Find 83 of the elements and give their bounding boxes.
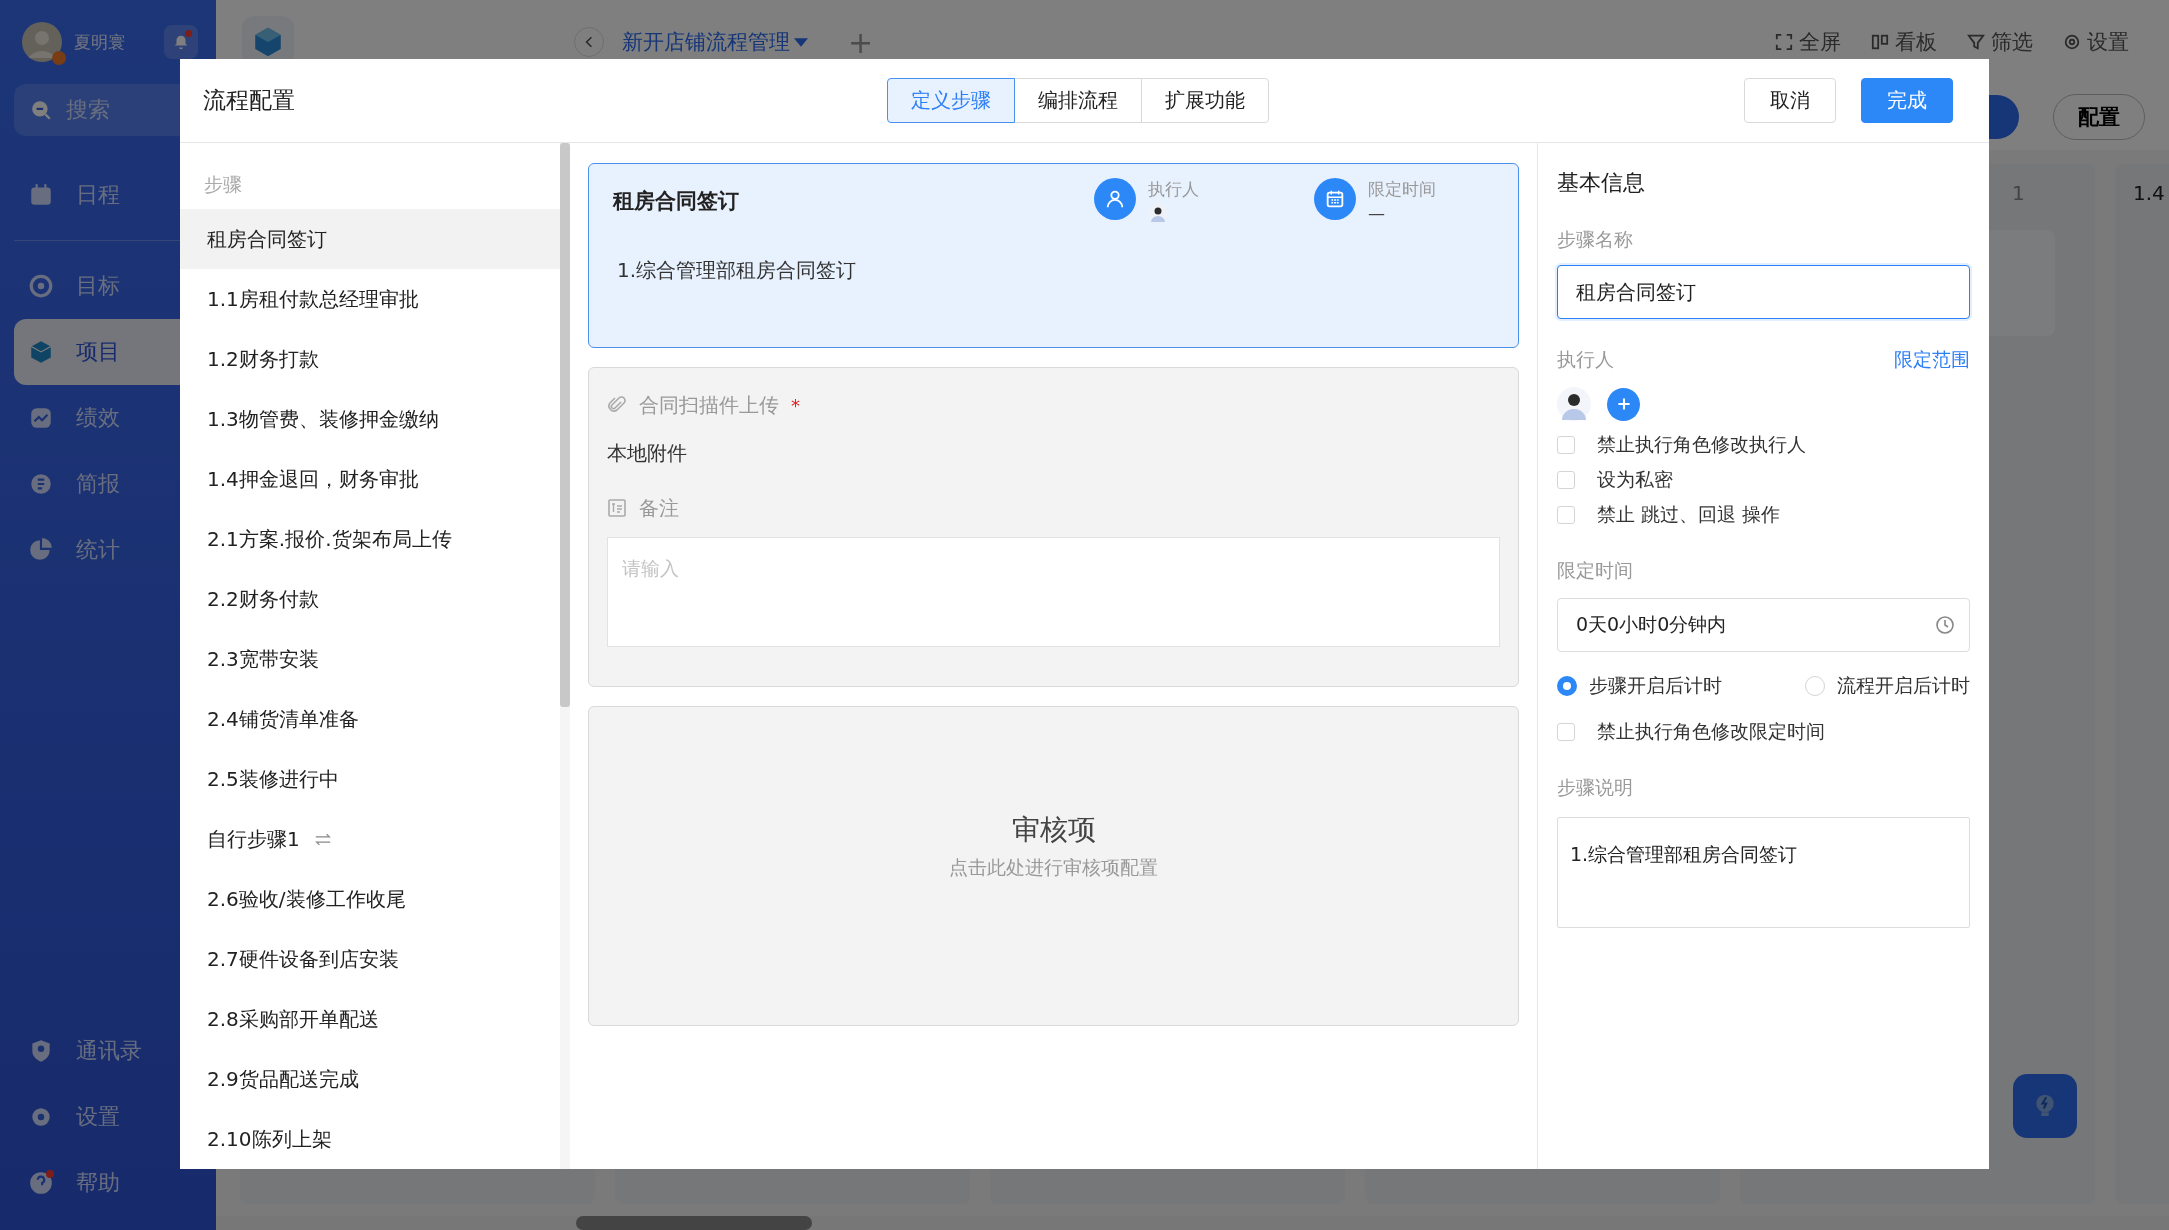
document-icon [28, 471, 54, 497]
target-icon [28, 273, 54, 299]
step-item[interactable]: 2.5装修进行中 [180, 749, 560, 809]
scrollbar-thumb[interactable] [576, 1216, 812, 1230]
bell-icon [172, 33, 190, 51]
paperclip-icon [607, 395, 627, 415]
scope-link[interactable]: 限定范围 [1894, 347, 1970, 373]
step-item[interactable]: 自行步骤1 [180, 809, 560, 869]
step-item[interactable]: 租房合同签订 [180, 209, 560, 269]
board-icon [1871, 33, 1889, 51]
checkbox-label: 禁止执行角色修改限定时间 [1597, 718, 1825, 744]
step-item[interactable]: 2.4铺货清单准备 [180, 689, 560, 749]
checkbox[interactable] [1557, 722, 1575, 741]
plus-icon [1615, 396, 1632, 412]
time-limit-value: — [1368, 203, 1386, 223]
toolbar-button[interactable]: 全屏 [1775, 28, 1841, 56]
checkbox-label: 设为私密 [1597, 466, 1673, 492]
done-button[interactable]: 完成 [1861, 78, 1953, 123]
calendar-icon [1314, 178, 1356, 220]
checkbox-label: 禁止执行角色修改执行人 [1597, 431, 1806, 457]
filter-icon [1967, 33, 1985, 51]
clock-icon [1935, 615, 1955, 635]
step-name-field[interactable]: 租房合同签订 [1557, 265, 1970, 319]
person-icon [1094, 178, 1136, 220]
radio-label: 步骤开启后计时 [1589, 673, 1722, 698]
executor-avatar [1148, 203, 1168, 223]
column-title: 1.4 [2133, 181, 2165, 205]
radio-label: 流程开启后计时 [1837, 673, 1970, 698]
field-label: 限定时间 [1557, 558, 1634, 583]
step-title: 租房合同签订 [613, 187, 740, 215]
note-label: 备注 [639, 494, 679, 522]
step-description: 1.综合管理部租房合同签订 [616, 257, 858, 284]
user-name: 夏明寰 [74, 30, 126, 54]
time-limit-label: 限定时间 [1368, 178, 1436, 201]
step-item[interactable]: 2.3宽带安装 [180, 629, 560, 689]
calendar-icon [28, 182, 54, 208]
required-mark: * [791, 394, 800, 416]
scrollbar-thumb[interactable] [560, 143, 570, 707]
field-label: 步骤说明 [1557, 775, 1634, 800]
caret-icon [794, 37, 808, 47]
executor-avatar[interactable] [1557, 387, 1591, 421]
steps-heading: 步骤 [203, 172, 243, 197]
step-card[interactable]: 租房合同签订 执行人 限定时间 — 1.综合管理部租房合同签订 [588, 163, 1519, 348]
radio-button[interactable] [1557, 676, 1577, 696]
attachment-value: 本地附件 [607, 440, 688, 467]
toolbar-button[interactable]: 设置 [2063, 28, 2129, 56]
description-field[interactable]: 1.综合管理部租房合同签订 [1557, 817, 1970, 928]
field-label: 执行人 [1557, 347, 1614, 372]
help-icon [28, 1170, 54, 1196]
review-card[interactable]: 审核项 点击此处进行审核项配置 [588, 706, 1519, 1026]
swap-arrows-icon[interactable] [313, 832, 332, 846]
toolbar-button[interactable]: 看板 [1871, 28, 1937, 56]
section-title: 基本信息 [1557, 169, 1646, 197]
checkbox[interactable] [1557, 470, 1575, 489]
attachment-label: 合同扫描件上传 [639, 391, 779, 419]
collapse-button[interactable] [574, 27, 604, 57]
review-hint: 点击此处进行审核项配置 [949, 855, 1158, 880]
note-field[interactable]: 请输入 [607, 537, 1500, 647]
search-icon [30, 99, 52, 121]
checkbox[interactable] [1557, 505, 1575, 524]
pie-chart-icon [28, 537, 54, 563]
cube-icon [28, 339, 54, 365]
checkbox[interactable] [1557, 435, 1575, 454]
step-item[interactable]: 2.7硬件设备到店安装 [180, 929, 560, 989]
segment-tab[interactable]: 扩展功能 [1140, 78, 1269, 123]
assistant-button[interactable] [2013, 1074, 2077, 1138]
review-title: 审核项 [1011, 812, 1096, 848]
settings-icon [2063, 33, 2081, 51]
executor-label: 执行人 [1148, 178, 1199, 201]
fullscreen-icon [1775, 33, 1793, 51]
time-limit-field[interactable]: 0天0小时0分钟内 [1557, 598, 1970, 652]
add-executor-button[interactable] [1607, 387, 1640, 421]
note-icon [607, 498, 627, 518]
toolbar-button[interactable]: 筛选 [1967, 28, 2033, 56]
checkbox-label: 禁止 跳过、回退 操作 [1597, 501, 1781, 527]
chevron-left-icon [585, 35, 593, 49]
dialog-title: 流程配置 [203, 86, 296, 115]
field-label: 步骤名称 [1557, 227, 1634, 252]
chart-icon [28, 405, 54, 431]
cancel-button[interactable]: 取消 [1744, 78, 1836, 123]
config-button[interactable]: 配置 [2053, 94, 2145, 140]
step-item[interactable]: 2.6验收/装修工作收尾 [180, 869, 560, 929]
segment-tab[interactable]: 编排流程 [1013, 78, 1142, 123]
